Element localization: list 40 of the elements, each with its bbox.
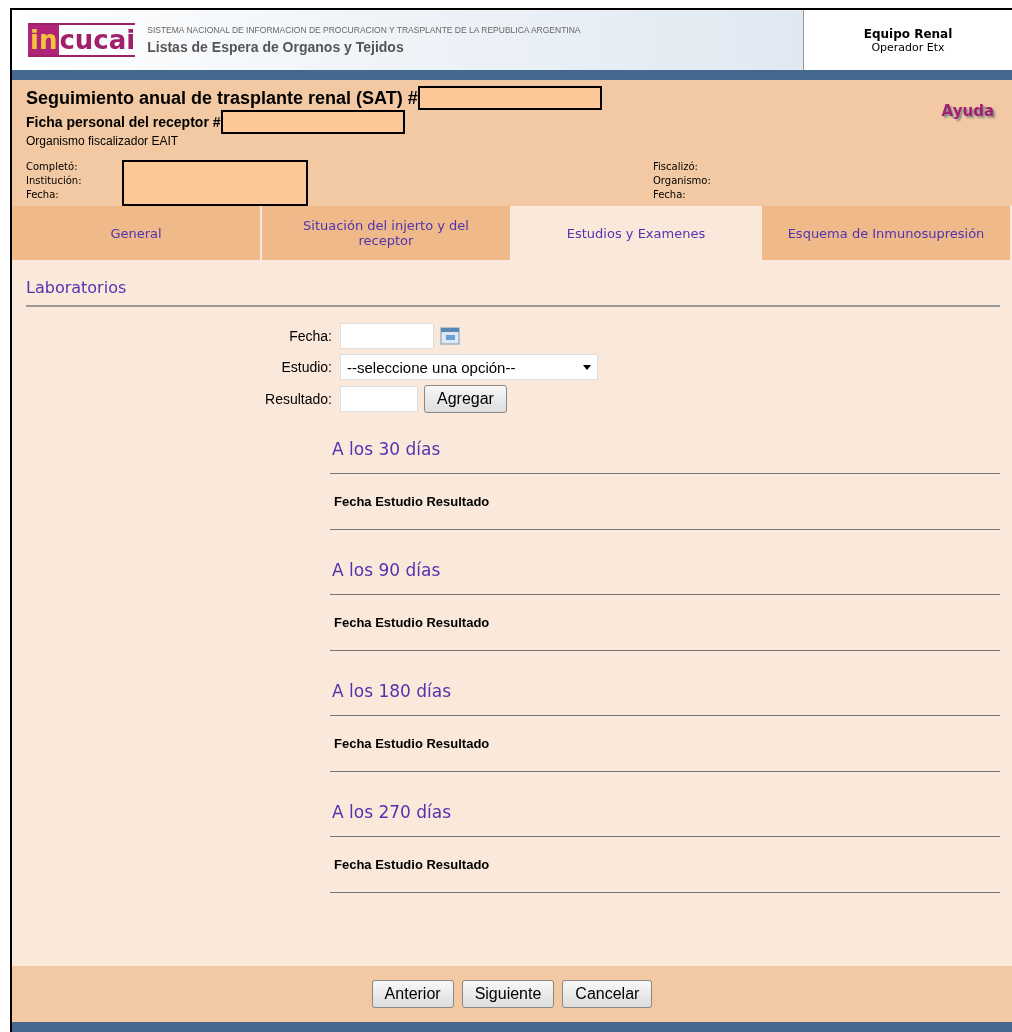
- system-name: SISTEMA NACIONAL DE INFORMACION DE PROCURACION Y TRASPLANTE DE LA REPUBLICA ARGENTINA: [147, 25, 581, 35]
- field-label: Fecha:: [26, 188, 60, 202]
- help-link[interactable]: Ayuda: [941, 102, 994, 148]
- tab[interactable]: General: [12, 206, 262, 260]
- tab[interactable]: Esquema de Inmunosupresión: [762, 206, 1012, 260]
- record-subtitle: Ficha personal del receptor #: [26, 114, 221, 130]
- field-label: Institución:: [26, 174, 83, 188]
- field-label: Completó:: [26, 160, 79, 174]
- field-label: Fecha:: [288, 328, 332, 344]
- tab[interactable]: Estudios y Examenes: [512, 206, 762, 260]
- field-label: Fecha:: [653, 188, 687, 202]
- field-label: Resultado:: [264, 391, 332, 407]
- calendar-icon[interactable]: [440, 326, 460, 346]
- field-label: Organismo:: [653, 174, 711, 188]
- date-input[interactable]: [340, 323, 434, 349]
- period-title: A los 270 días: [330, 794, 1000, 837]
- nav-button[interactable]: Anterior: [371, 980, 454, 1008]
- column-headers: Fecha Estudio Resultado: [330, 837, 1000, 893]
- column-headers: Fecha Estudio Resultado: [330, 595, 1000, 651]
- period-title: A los 30 días: [330, 431, 1000, 474]
- tab[interactable]: Situación del injerto y del receptor: [262, 206, 512, 260]
- operator-name: Operador Etx: [871, 40, 945, 54]
- period-title: A los 180 días: [330, 673, 1000, 716]
- nav-button[interactable]: Cancelar: [562, 980, 653, 1008]
- study-select[interactable]: --seleccione una opción--: [340, 354, 598, 380]
- team-name: Equipo Renal: [863, 26, 953, 41]
- column-headers: Fecha Estudio Resultado: [330, 474, 1000, 530]
- dropdown-arrow-icon: [583, 364, 591, 370]
- column-headers: Fecha Estudio Resultado: [330, 716, 1000, 772]
- app-title: Listas de Espera de Organos y Tejidos: [147, 39, 405, 55]
- add-button[interactable]: Agregar: [424, 385, 507, 413]
- record-title: Seguimiento anual de trasplante renal (SAT) #: [26, 87, 418, 109]
- logo: incucai: [28, 23, 136, 57]
- organism-text: Organismo fiscalizador EAIT: [26, 134, 180, 148]
- field-label: Fiscalizó:: [653, 160, 699, 174]
- section-title: Laboratorios: [26, 278, 1000, 307]
- field-label: Estudio:: [280, 359, 332, 375]
- result-input[interactable]: [340, 386, 418, 412]
- nav-button[interactable]: Siguiente: [461, 980, 555, 1008]
- period-title: A los 90 días: [330, 552, 1000, 595]
